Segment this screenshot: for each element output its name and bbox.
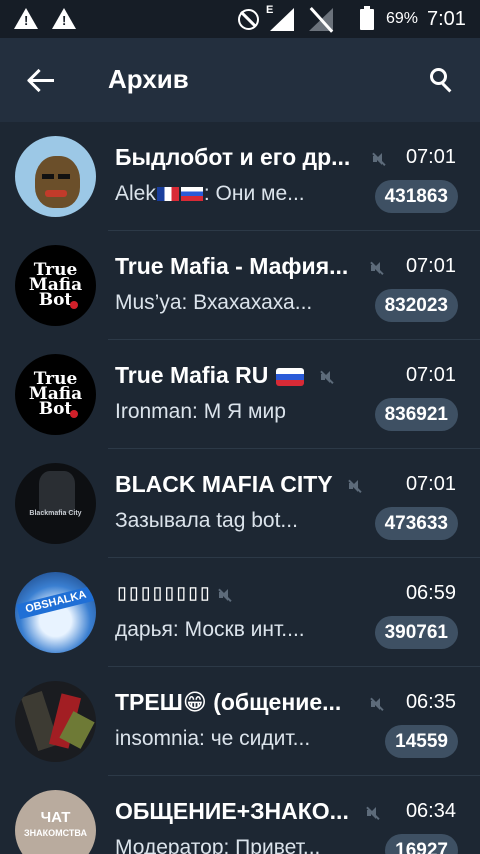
muted-icon: [372, 152, 386, 167]
chat-time: 07:01: [405, 146, 456, 168]
chat-name: ОБЩЕНИЕ+ЗНАКО...: [115, 798, 349, 824]
warning-icon: !: [52, 8, 76, 29]
chat-last-message: insomnia: че сидит...: [115, 727, 311, 750]
russia-flag-icon: [180, 187, 203, 202]
muted-icon: [320, 370, 334, 385]
chat-row[interactable]: True Mafia Bot True Mafia RU 07:01 Ironman…: [0, 340, 480, 449]
chat-last-message: Ironman: М Я мир: [115, 400, 286, 423]
unread-badge: 14559: [385, 725, 458, 758]
chat-last-message: Зазывала tag bot...: [115, 509, 298, 532]
page-title: Архив: [108, 64, 189, 94]
search-button[interactable]: [420, 58, 466, 104]
chat-last-message: дарья: Москв инт....: [115, 618, 305, 641]
chat-time: 06:34: [405, 800, 456, 822]
chat-name: Быдлобот и его др...: [115, 144, 351, 170]
chat-time: 06:59: [405, 582, 456, 604]
chat-last-message: Alek : Они ме...: [115, 182, 305, 206]
chat-row[interactable]: Blackmafia City BLACK MAFIA CITY 07:01 З…: [0, 449, 480, 558]
chat-row[interactable]: ЧАТ ЗНАКОМСТВА ОБЩЕНИЕ+ЗНАКО... 06:34 Мо…: [0, 776, 480, 854]
muted-icon: [370, 261, 384, 276]
chat-row[interactable]: OBSHALKA ▯▯▯▯▯▯▯▯ 06:59 дарья: Москв инт…: [0, 558, 480, 667]
chat-avatar: True Mafia Bot: [15, 354, 96, 435]
battery-percent: 69%: [386, 10, 419, 27]
france-flag-icon: [156, 187, 179, 202]
chat-last-message: Mus’ya: Вхахахаха...: [115, 291, 313, 314]
chat-row[interactable]: True Mafia Bot True Mafia - Мафия... 07:01…: [0, 231, 480, 340]
unread-badge: 473633: [374, 507, 458, 540]
chat-avatar: Blackmafia City: [15, 463, 96, 544]
back-button[interactable]: [18, 58, 64, 104]
app-bar: Архив: [0, 38, 480, 122]
status-bar: ! ! E 69% 7:01: [0, 0, 480, 38]
clock: 7:01: [427, 8, 466, 30]
chat-name: True Mafia RU: [115, 362, 305, 389]
muted-icon: [366, 806, 380, 821]
do-not-disturb-icon: [238, 9, 259, 30]
unread-badge: 836921: [374, 398, 458, 431]
unread-badge: 16927: [385, 834, 458, 854]
chat-row[interactable]: ТРЕШ😁 (общение... 06:35 insomnia: че сид…: [0, 667, 480, 776]
chat-name: ТРЕШ😁 (общение...: [115, 689, 342, 715]
chat-avatar: OBSHALKA: [15, 572, 96, 653]
muted-icon: [348, 479, 362, 494]
chat-time: 06:35: [405, 691, 456, 713]
chat-avatar: [15, 681, 96, 762]
unread-badge: 390761: [374, 616, 458, 649]
chat-name: BLACK MAFIA CITY: [115, 471, 333, 497]
signal-icon: [270, 8, 294, 31]
muted-icon: [370, 697, 384, 712]
russia-flag-icon: [275, 367, 304, 386]
chat-avatar: [15, 136, 96, 217]
unread-badge: 832023: [374, 289, 458, 322]
chat-last-message: Модератор: Привет...: [115, 836, 321, 854]
chat-avatar: ЧАТ ЗНАКОМСТВА: [15, 790, 96, 854]
chat-avatar: True Mafia Bot: [15, 245, 96, 326]
muted-icon: [218, 588, 232, 603]
chat-time: 07:01: [405, 473, 456, 495]
chat-list: Быдлобот и его др... 07:01 Alek : Они ме.…: [0, 122, 480, 854]
battery-icon: [360, 6, 374, 30]
chat-name: True Mafia - Мафия...: [115, 253, 349, 279]
chat-time: 07:01: [405, 255, 456, 277]
chat-name: ▯▯▯▯▯▯▯▯: [115, 580, 212, 606]
chat-row[interactable]: Быдлобот и его др... 07:01 Alek : Они ме.…: [0, 122, 480, 231]
message-sender: Alek: [115, 182, 156, 205]
chat-time: 07:01: [405, 364, 456, 386]
unread-badge: 431863: [374, 180, 458, 213]
warning-icon: !: [14, 8, 38, 29]
message-text: : Они ме...: [203, 182, 305, 205]
